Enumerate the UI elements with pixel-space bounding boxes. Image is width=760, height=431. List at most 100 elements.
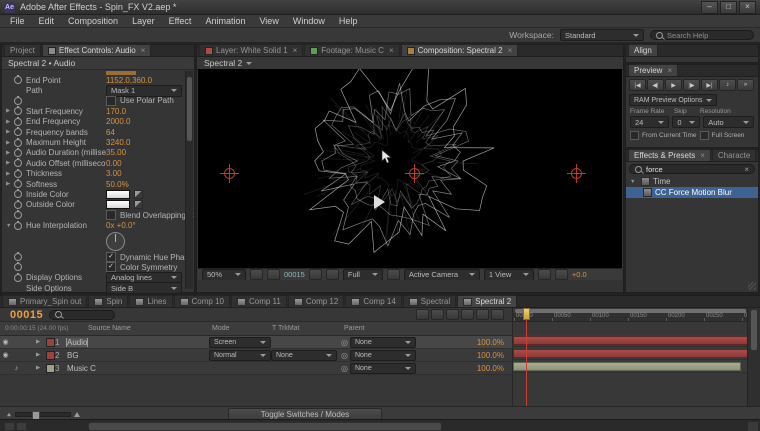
blend-mode-dropdown[interactable]: Normal [209, 350, 271, 361]
layer-color-chip[interactable] [46, 351, 55, 360]
scroll-left-icon[interactable] [4, 422, 15, 431]
stopwatch-icon[interactable] [14, 274, 22, 282]
stopwatch-icon[interactable] [14, 253, 22, 261]
audio-toggle-button[interactable]: ♪ [719, 79, 736, 91]
twirl-icon[interactable]: ▶ [36, 365, 46, 371]
frame-rate-dropdown[interactable]: 24 [630, 116, 669, 128]
timeline-zoom-slider[interactable] [15, 412, 71, 417]
menu-animation[interactable]: Animation [198, 16, 252, 26]
stretch-value[interactable]: 100.0% [425, 338, 512, 347]
view-layout-dropdown[interactable]: 1 View [484, 269, 534, 281]
twirl-icon[interactable]: ▶ [6, 119, 14, 125]
pickwhip-icon[interactable]: ◎ [341, 351, 348, 360]
close-icon[interactable]: × [700, 151, 705, 160]
layer-name[interactable]: Audio [65, 338, 209, 347]
close-icon[interactable]: × [508, 46, 513, 55]
checkbox[interactable] [106, 96, 116, 106]
property-dropdown[interactable]: Side B [106, 282, 182, 294]
close-icon[interactable]: × [293, 46, 298, 55]
twirl-icon[interactable]: ▶ [6, 150, 14, 156]
graph-editor-icon[interactable] [491, 309, 504, 320]
property-value[interactable]: 35.00 [106, 148, 126, 157]
layer-row-bg[interactable]: ◉▶2BGNormalNone◎None100.0% [0, 349, 512, 362]
checkbox[interactable] [106, 210, 116, 220]
twirl-icon[interactable]: ▶ [6, 129, 14, 135]
eyedropper-icon[interactable] [134, 190, 143, 199]
stopwatch-icon[interactable] [14, 201, 22, 209]
property-value[interactable]: 2000.0 [106, 117, 130, 126]
eyedropper-icon[interactable] [134, 200, 143, 209]
property-value[interactable]: 0.00 [106, 159, 122, 168]
property-value[interactable]: 0x +0.0° [106, 221, 136, 230]
grid-guides-icon[interactable] [250, 269, 263, 280]
layer-name[interactable]: Music C [65, 364, 209, 373]
stopwatch-icon[interactable] [14, 128, 22, 136]
last-frame-button[interactable]: ▶| [701, 79, 718, 91]
column-source-name[interactable]: Source Name [88, 325, 131, 332]
stopwatch-icon[interactable] [14, 118, 22, 126]
effect-item-cc-force-motion-blur[interactable]: CC Force Motion Blur [626, 187, 758, 198]
stopwatch-icon[interactable] [14, 107, 22, 115]
stopwatch-icon[interactable] [14, 211, 22, 219]
scroll-right-icon[interactable] [16, 422, 27, 431]
toggle-mask-paths-icon[interactable] [267, 269, 280, 280]
close-icon[interactable]: × [389, 46, 394, 55]
magnification-dropdown[interactable]: 50% [202, 269, 246, 281]
pickwhip-icon[interactable]: ◎ [341, 364, 348, 373]
timeline-tab-lines[interactable]: Lines [129, 295, 172, 307]
layer-color-chip[interactable] [46, 364, 55, 373]
window-resize-grip[interactable] [747, 421, 759, 431]
comp-viewer-name[interactable]: Spectral 2 [204, 58, 242, 68]
twirl-icon[interactable]: ▼ [6, 223, 14, 229]
clear-search-icon[interactable]: × [744, 165, 749, 174]
composition-viewport[interactable] [198, 69, 622, 268]
checkbox[interactable]: ✓ [106, 262, 116, 272]
timeline-vertical-scrollbar[interactable] [747, 308, 760, 406]
color-swatch[interactable] [106, 200, 130, 209]
tab-composition-spectral-2[interactable]: Composition: Spectral 2× [401, 44, 519, 56]
twirl-icon[interactable]: ▶ [6, 171, 14, 177]
color-swatch[interactable] [106, 190, 130, 199]
panel-resize-grip[interactable] [748, 282, 756, 290]
menu-file[interactable]: File [3, 16, 32, 26]
property-dropdown[interactable]: Mask 1 [106, 85, 182, 97]
column-trkmat[interactable]: T TrkMat [272, 325, 299, 332]
effect-point-marker-left[interactable] [224, 168, 235, 179]
tab-project[interactable]: Project [4, 44, 41, 56]
stopwatch-icon[interactable] [14, 149, 22, 157]
effects-category-time[interactable]: ▼Time [626, 176, 758, 187]
workspace-dropdown[interactable]: Standard [560, 29, 644, 41]
stopwatch-icon[interactable] [14, 190, 22, 198]
tab-effects-presets[interactable]: Effects & Presets × [628, 149, 711, 161]
property-value[interactable]: 3.00 [106, 169, 122, 178]
close-button[interactable]: × [739, 1, 756, 14]
menu-view[interactable]: View [252, 16, 285, 26]
layer-duration-bar[interactable] [513, 336, 748, 345]
draft-3d-icon[interactable] [431, 309, 444, 320]
column-parent[interactable]: Parent [344, 325, 365, 332]
property-value[interactable]: 170.0 [106, 107, 126, 116]
tab-effect-controls-audio[interactable]: Effect Controls: Audio× [42, 44, 151, 56]
next-frame-button[interactable]: |▶ [683, 79, 700, 91]
property-value[interactable]: 1152.0,360.0 [106, 76, 152, 85]
timeline-tab-primary-spin-out[interactable]: Primary_Spin out [2, 295, 87, 307]
current-time-display[interactable]: 00015 [10, 309, 43, 321]
comp-current-time[interactable]: 00015 [284, 270, 305, 279]
layer-duration-bar[interactable] [513, 362, 741, 371]
menu-window[interactable]: Window [286, 16, 332, 26]
parent-dropdown[interactable]: None [350, 337, 416, 348]
timeline-tab-spectral-2[interactable]: Spectral 2 [457, 295, 517, 307]
layer-duration-bar[interactable] [513, 349, 748, 358]
first-frame-button[interactable]: |◀ [629, 79, 646, 91]
timeline-tab-comp-14[interactable]: Comp 14 [345, 295, 401, 307]
effect-panel-scrollbar[interactable] [185, 71, 193, 289]
twirl-icon[interactable]: ▼ [630, 179, 638, 185]
menu-layer[interactable]: Layer [125, 16, 162, 26]
stopwatch-icon[interactable] [14, 76, 22, 84]
stopwatch-icon[interactable] [14, 222, 22, 230]
menu-edit[interactable]: Edit [32, 16, 62, 26]
camera-dropdown[interactable]: Active Camera [404, 269, 480, 281]
take-snapshot-icon[interactable] [309, 269, 322, 280]
zoom-out-icon[interactable] [7, 412, 11, 416]
close-icon[interactable]: × [667, 66, 672, 75]
